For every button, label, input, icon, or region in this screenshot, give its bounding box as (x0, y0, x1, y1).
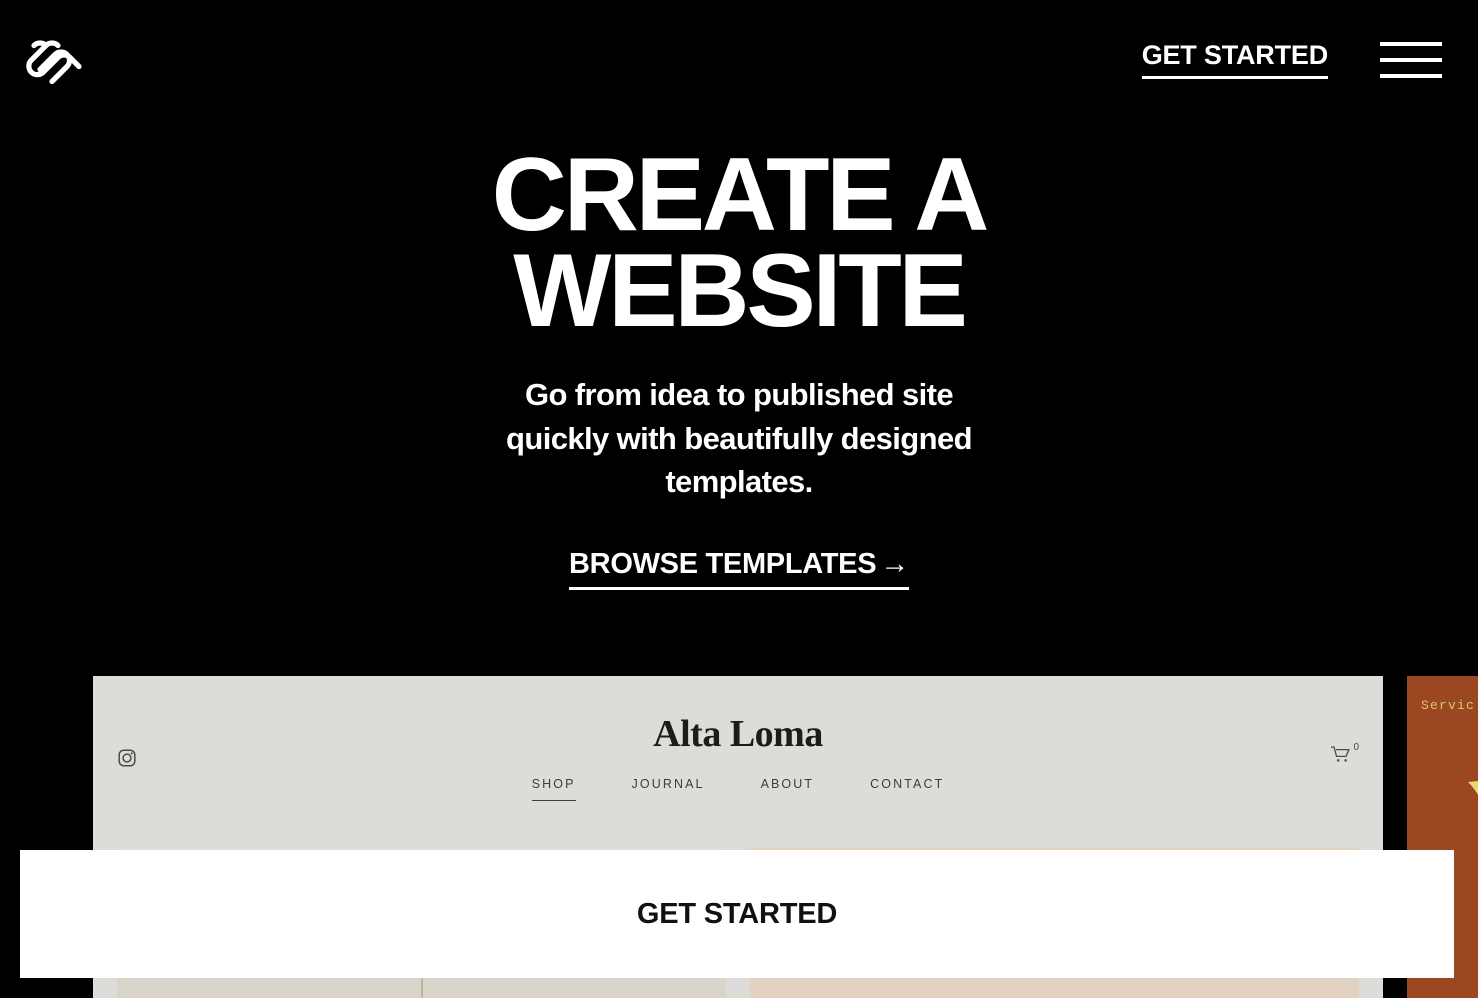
template-nav-item-journal[interactable]: JOURNAL (632, 777, 705, 801)
hamburger-bar (1380, 58, 1442, 62)
shopping-cart-icon[interactable]: 0 (1330, 742, 1359, 764)
hero-cta-wrapper: BROWSE TEMPLATES → (0, 547, 1478, 590)
browse-templates-link[interactable]: BROWSE TEMPLATES → (569, 547, 909, 590)
template-site-header: 0 Alta Loma SHOP JOURNAL ABOUT CONTACT (93, 676, 1383, 848)
instagram-icon[interactable] (117, 748, 137, 768)
instagram-glyph (118, 749, 136, 767)
template-site-nav: SHOP JOURNAL ABOUT CONTACT (93, 777, 1383, 801)
secondary-template-label: Servic (1421, 698, 1476, 713)
browse-templates-label: BROWSE TEMPLATES (569, 547, 877, 580)
template-nav-item-shop[interactable]: SHOP (531, 777, 576, 801)
page-title: CREATE A WEBSITE (491, 137, 990, 349)
template-nav-item-about[interactable]: ABOUT (761, 777, 815, 801)
squarespace-logo[interactable] (20, 25, 90, 95)
site-header: GET STARTED (0, 0, 1478, 120)
bottom-get-started-bar[interactable]: GET STARTED (20, 850, 1454, 978)
hamburger-bar (1380, 74, 1442, 78)
bottom-get-started-label: GET STARTED (636, 897, 838, 930)
cart-count-badge: 0 (1353, 742, 1359, 753)
yellow-swoosh-icon (1468, 781, 1478, 796)
header-actions: GET STARTED (1141, 38, 1442, 82)
template-brand-wordmark: Alta Loma (653, 713, 823, 755)
hamburger-bar (1380, 42, 1442, 46)
arrow-right-icon: → (880, 547, 909, 580)
get-started-link[interactable]: GET STARTED (1141, 41, 1328, 79)
hamburger-menu-icon[interactable] (1380, 38, 1442, 82)
hero-subtitle: Go from idea to published site quickly w… (506, 377, 973, 500)
cart-glyph (1331, 746, 1351, 762)
squarespace-logo-icon (26, 40, 82, 85)
template-nav-item-contact[interactable]: CONTACT (870, 777, 944, 801)
